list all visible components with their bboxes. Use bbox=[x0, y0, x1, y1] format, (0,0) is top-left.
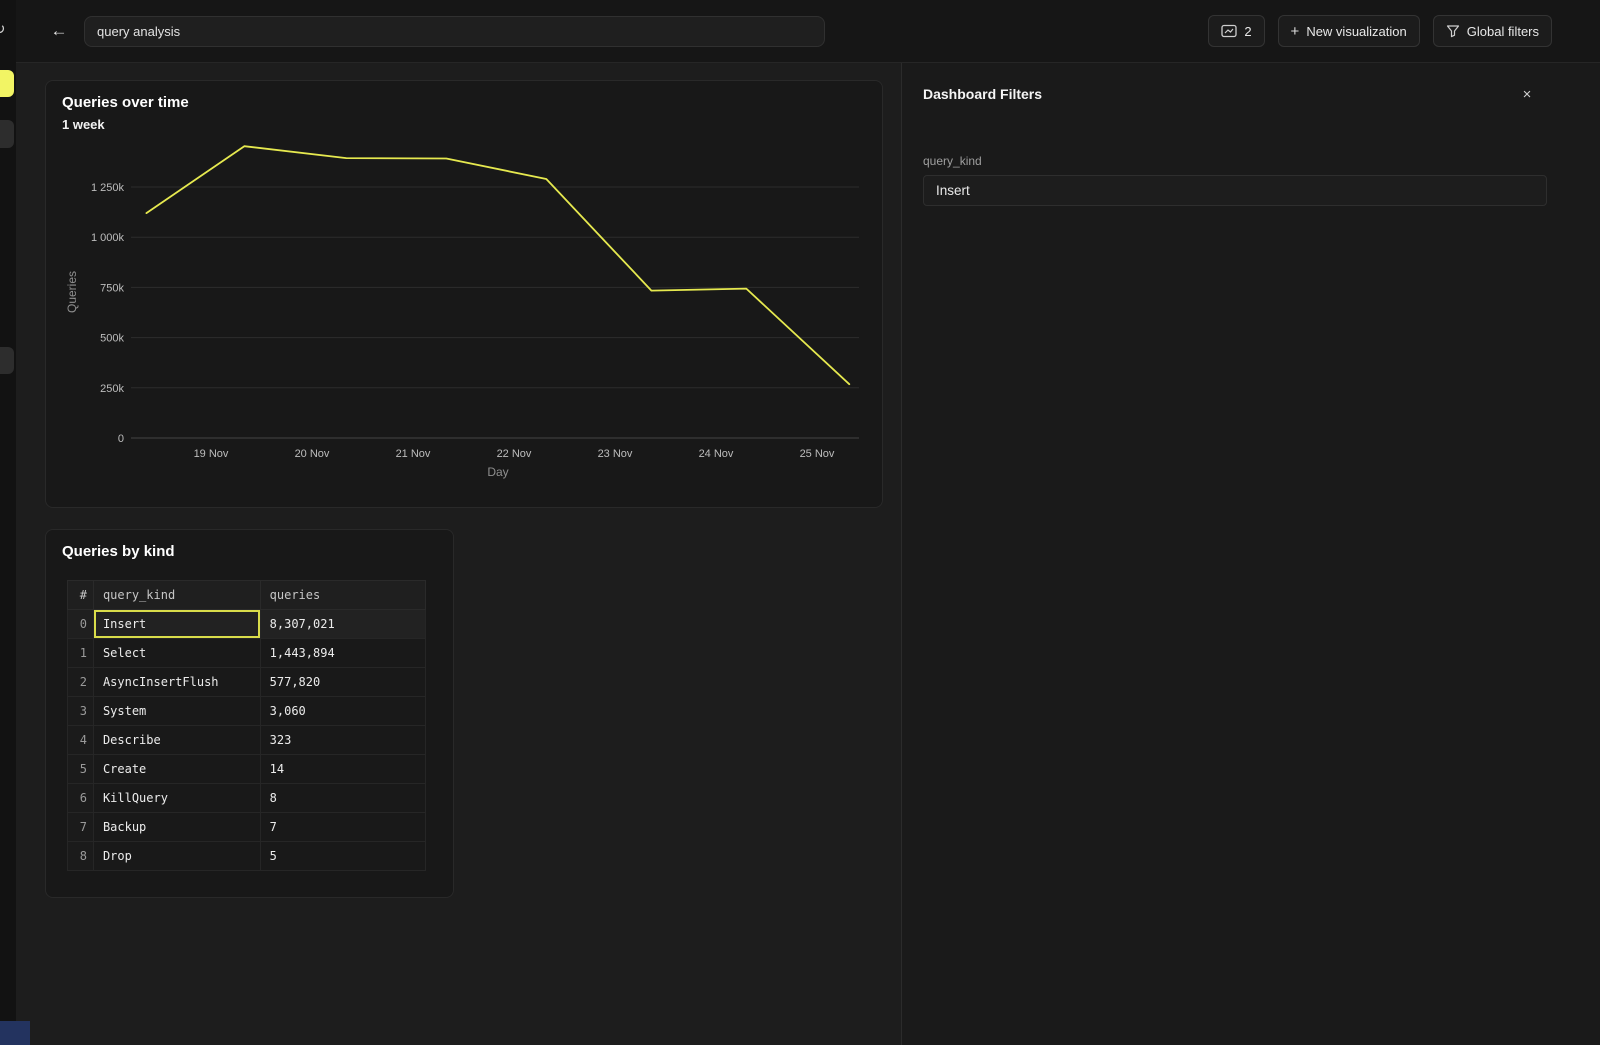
new-visualization-label: New visualization bbox=[1306, 24, 1406, 39]
back-button[interactable]: ← bbox=[46, 18, 72, 44]
row-index-cell[interactable]: 1 bbox=[68, 639, 94, 668]
chart-title: Queries over time bbox=[62, 94, 189, 111]
y-tick-label: 0 bbox=[118, 433, 124, 445]
filters-panel-title: Dashboard Filters bbox=[923, 86, 1042, 102]
table-row[interactable]: 3System3,060 bbox=[68, 697, 426, 726]
x-tick-label: 23 Nov bbox=[598, 448, 633, 460]
column-header-index[interactable]: # bbox=[68, 581, 94, 610]
table-header-row: # query_kind queries bbox=[68, 581, 426, 610]
queries-cell[interactable]: 14 bbox=[260, 755, 425, 784]
y-tick-label: 250k bbox=[100, 383, 124, 395]
table-row[interactable]: 8Drop5 bbox=[68, 842, 426, 871]
queries-table-body: 0Insert8,307,0211Select1,443,8942AsyncIn… bbox=[68, 610, 426, 871]
table-row[interactable]: 1Select1,443,894 bbox=[68, 639, 426, 668]
query-kind-cell[interactable]: Backup bbox=[93, 813, 260, 842]
query-kind-cell[interactable]: Describe bbox=[93, 726, 260, 755]
visualization-count-icon bbox=[1221, 24, 1237, 38]
new-visualization-button[interactable]: + New visualization bbox=[1278, 15, 1420, 47]
dashboard-filters-panel: Dashboard Filters × query_kind bbox=[901, 63, 1600, 1045]
x-tick-label: 25 Nov bbox=[800, 448, 835, 460]
plus-icon: + bbox=[1291, 24, 1300, 39]
x-axis-title: Day bbox=[487, 465, 508, 479]
x-tick-label: 24 Nov bbox=[699, 448, 734, 460]
queries-cell[interactable]: 3,060 bbox=[260, 697, 425, 726]
queries-cell[interactable]: 577,820 bbox=[260, 668, 425, 697]
row-index-cell[interactable]: 3 bbox=[68, 697, 94, 726]
queries-by-kind-card[interactable]: Queries by kind # query_kind queries 0In… bbox=[45, 529, 454, 898]
table-row[interactable]: 6KillQuery8 bbox=[68, 784, 426, 813]
table-row[interactable]: 4Describe323 bbox=[68, 726, 426, 755]
query-kind-cell[interactable]: AsyncInsertFlush bbox=[93, 668, 260, 697]
topbar: ← 2 + New visualization bbox=[16, 0, 1600, 63]
y-tick-label: 500k bbox=[100, 333, 124, 345]
global-filters-label: Global filters bbox=[1467, 24, 1539, 39]
queries-by-kind-table: # query_kind queries 0Insert8,307,0211Se… bbox=[67, 580, 426, 871]
row-index-cell[interactable]: 6 bbox=[68, 784, 94, 813]
queries-over-time-chart[interactable]: 0 250k 500k 750k 1 000k 1 250k 19 Nov 20 Nov 21 … bbox=[46, 131, 884, 509]
queries-over-time-card[interactable]: Queries over time 1 week 0 250k 500k 750k 1 … bbox=[45, 80, 883, 508]
query-kind-cell[interactable]: System bbox=[93, 697, 260, 726]
query-kind-cell[interactable]: Select bbox=[93, 639, 260, 668]
x-tick-label: 22 Nov bbox=[497, 448, 532, 460]
y-axis-title: Queries bbox=[65, 271, 79, 313]
global-filters-button[interactable]: Global filters bbox=[1433, 15, 1552, 47]
x-tick-label: 21 Nov bbox=[396, 448, 431, 460]
query-kind-cell[interactable]: Create bbox=[93, 755, 260, 784]
rail-item[interactable] bbox=[0, 347, 14, 374]
query-kind-filter-input[interactable] bbox=[923, 175, 1547, 206]
dashboard-title-input[interactable] bbox=[84, 16, 825, 47]
table-title: Queries by kind bbox=[62, 543, 175, 560]
visualization-count-button[interactable]: 2 bbox=[1208, 15, 1264, 47]
rail-item[interactable] bbox=[0, 120, 14, 148]
refresh-icon[interactable]: ↻ bbox=[0, 20, 6, 38]
row-index-cell[interactable]: 5 bbox=[68, 755, 94, 784]
queries-cell[interactable]: 8 bbox=[260, 784, 425, 813]
rail-item-active[interactable] bbox=[0, 70, 14, 97]
x-tick-label: 20 Nov bbox=[295, 448, 330, 460]
query-kind-cell[interactable]: Drop bbox=[93, 842, 260, 871]
column-header-query-kind[interactable]: query_kind bbox=[93, 581, 260, 610]
queries-cell[interactable]: 1,443,894 bbox=[260, 639, 425, 668]
main-column: ← 2 + New visualization bbox=[16, 0, 1600, 1045]
row-index-cell[interactable]: 8 bbox=[68, 842, 94, 871]
table-row[interactable]: 2AsyncInsertFlush577,820 bbox=[68, 668, 426, 697]
column-header-queries[interactable]: queries bbox=[260, 581, 425, 610]
y-tick-label: 750k bbox=[100, 282, 124, 294]
queries-cell[interactable]: 7 bbox=[260, 813, 425, 842]
queries-cell[interactable]: 323 bbox=[260, 726, 425, 755]
row-index-cell[interactable]: 2 bbox=[68, 668, 94, 697]
y-tick-label: 1 000k bbox=[91, 232, 125, 244]
visualization-count-label: 2 bbox=[1244, 24, 1251, 39]
row-index-cell[interactable]: 4 bbox=[68, 726, 94, 755]
chart-subtitle: 1 week bbox=[62, 117, 105, 132]
table-row[interactable]: 5Create14 bbox=[68, 755, 426, 784]
corner-logo bbox=[0, 1021, 30, 1045]
row-index-cell[interactable]: 7 bbox=[68, 813, 94, 842]
queries-cell[interactable]: 8,307,021 bbox=[260, 610, 425, 639]
queries-cell[interactable]: 5 bbox=[260, 842, 425, 871]
query-kind-cell[interactable]: KillQuery bbox=[93, 784, 260, 813]
content-row: Queries over time 1 week 0 250k 500k 750k 1 … bbox=[16, 63, 1600, 1045]
filter-field-label: query_kind bbox=[923, 154, 982, 168]
left-rail: ↻ bbox=[0, 0, 16, 1045]
app-root: ↻ ← 2 + New visualization bbox=[0, 0, 1600, 1045]
funnel-icon bbox=[1446, 24, 1460, 38]
table-row[interactable]: 7Backup7 bbox=[68, 813, 426, 842]
query-kind-cell[interactable]: Insert bbox=[93, 610, 260, 639]
x-tick-label: 19 Nov bbox=[194, 448, 229, 460]
queries-line-series bbox=[146, 146, 849, 384]
y-tick-label: 1 250k bbox=[91, 182, 125, 194]
row-index-cell[interactable]: 0 bbox=[68, 610, 94, 639]
dashboard-canvas: Queries over time 1 week 0 250k 500k 750k 1 … bbox=[16, 63, 901, 1045]
close-icon[interactable]: × bbox=[1516, 83, 1538, 105]
table-row[interactable]: 0Insert8,307,021 bbox=[68, 610, 426, 639]
